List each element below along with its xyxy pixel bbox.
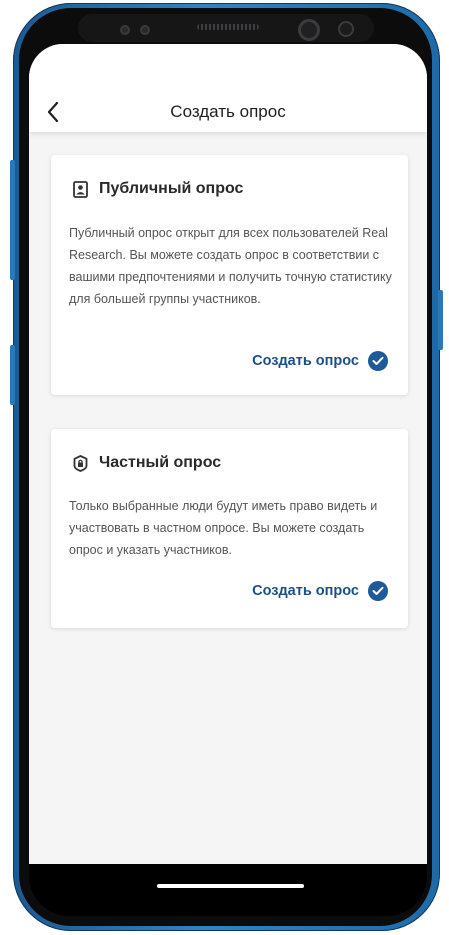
- front-sensor: [338, 21, 354, 37]
- check-circle-icon: [368, 581, 388, 601]
- sensor-dot: [120, 25, 130, 35]
- power-button: [438, 290, 443, 350]
- create-private-survey-button[interactable]: Создать опрос: [252, 581, 388, 601]
- earpiece-speaker: [197, 24, 259, 30]
- card-title: Частный опрос: [99, 454, 222, 471]
- sensor-dot: [140, 25, 150, 35]
- check-circle-icon: [368, 351, 388, 371]
- volume-up-button: [10, 160, 15, 280]
- app-header: Создать опрос: [29, 44, 427, 132]
- card-description: Только выбранные люди будут иметь право …: [69, 499, 378, 557]
- card-header: Частный опрос: [73, 454, 221, 472]
- lock-shield-icon: [73, 454, 89, 472]
- action-label: Создать опрос: [252, 353, 359, 369]
- create-public-survey-button[interactable]: Создать опрос: [252, 351, 388, 371]
- public-survey-card[interactable]: Публичный опрос Публичный опрос открыт д…: [51, 155, 408, 395]
- card-header: Публичный опрос: [73, 180, 243, 198]
- card-description: Публичный опрос открыт для всех пользова…: [69, 226, 392, 306]
- front-camera: [298, 19, 320, 41]
- home-indicator[interactable]: [157, 884, 304, 888]
- user-badge-icon: [73, 180, 89, 198]
- page-title: Создать опрос: [170, 102, 286, 121]
- navigation-area: [29, 864, 427, 916]
- card-title: Публичный опрос: [99, 180, 244, 197]
- app-screen: Создать опрос Публичный опрос Публичный …: [29, 44, 427, 864]
- action-label: Создать опрос: [252, 583, 359, 599]
- private-survey-card[interactable]: Частный опрос Только выбранные люди буду…: [51, 429, 408, 628]
- volume-down-button: [10, 345, 15, 405]
